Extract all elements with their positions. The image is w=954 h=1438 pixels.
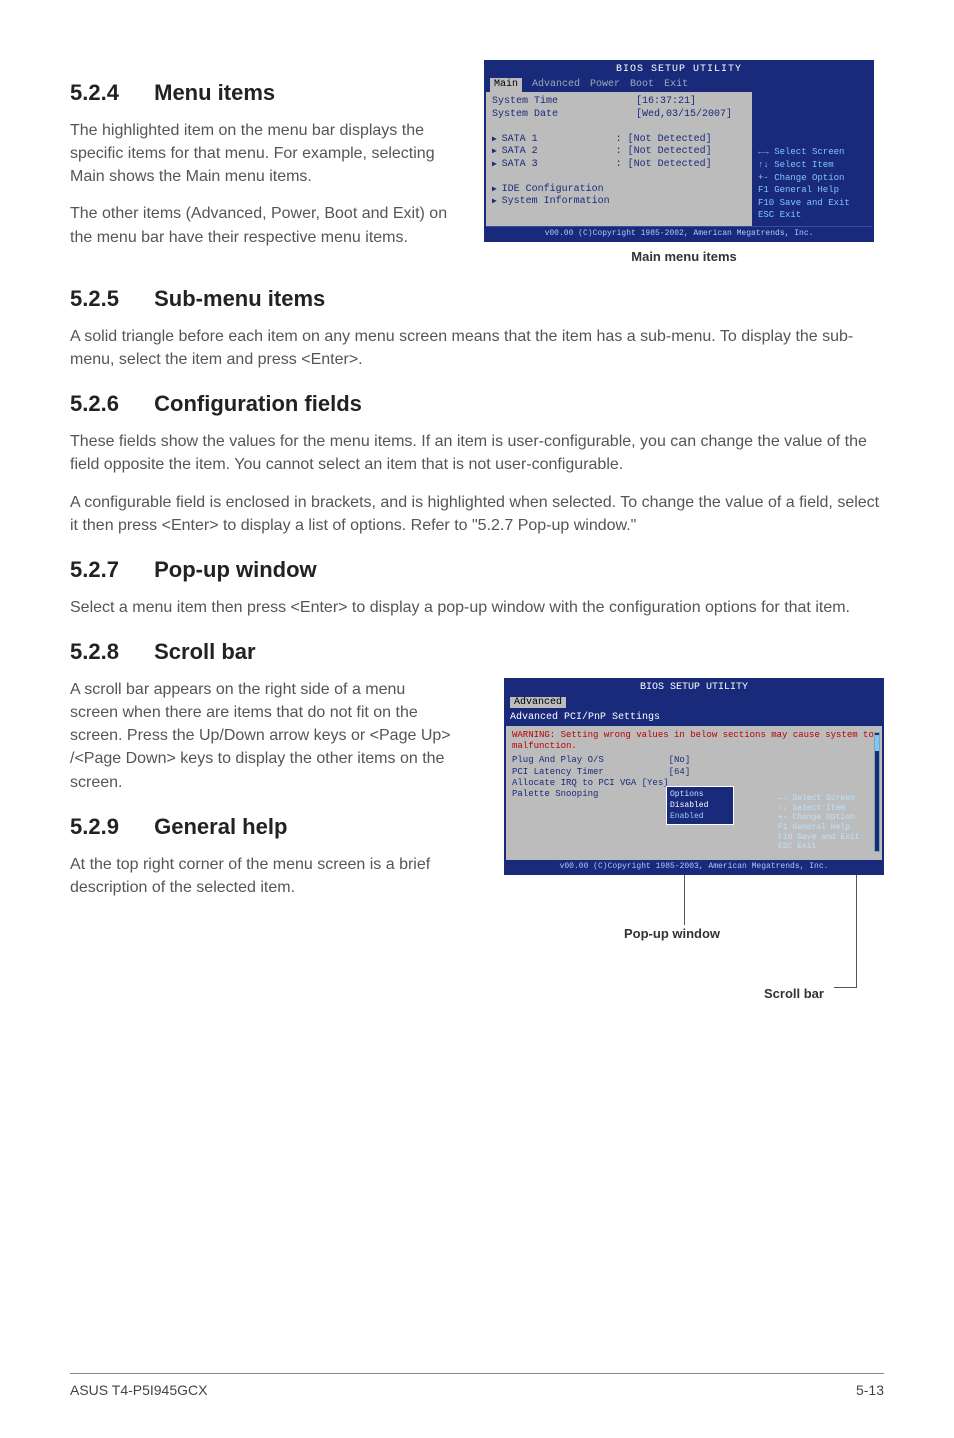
heading-title: Menu items xyxy=(154,80,275,105)
bios-right-legend: ←→ Select Screen ↑↓ Select Item +- Chang… xyxy=(752,92,872,226)
annotation-popup-label: Pop-up window xyxy=(624,925,720,943)
legend-select-screen: ←→ Select Screen xyxy=(778,794,868,804)
legend-select-item: ↑↓ Select Item xyxy=(778,804,868,814)
bios-sata1: SATA 1 : [Not Detected] xyxy=(492,134,746,147)
bios-sata3: SATA 3 : [Not Detected] xyxy=(492,159,746,172)
leader-line-scroll-h xyxy=(834,987,857,988)
bios-footer-copyright: v00.00 (C)Copyright 1985-2002, American … xyxy=(486,226,872,240)
para-529: At the top right corner of the menu scre… xyxy=(70,853,456,899)
bios2-warning: WARNING: Setting wrong values in below s… xyxy=(512,730,876,752)
bios2-annotations: Pop-up window Scroll bar xyxy=(504,875,884,1015)
para-526a: These fields show the values for the men… xyxy=(70,430,884,476)
heading-number: 5.2.4 xyxy=(70,78,148,109)
heading-title: General help xyxy=(154,814,287,839)
heading-5-2-6: 5.2.6 Configuration fields xyxy=(70,389,884,420)
bios-tab-exit: Exit xyxy=(664,78,688,92)
legend-save-exit: F10 Save and Exit xyxy=(778,833,868,843)
annotation-scroll-label: Scroll bar xyxy=(764,985,824,1003)
bios-main-screenshot: BIOS SETUP UTILITY Main Advanced Power B… xyxy=(484,60,874,242)
legend-change-option: +- Change Option xyxy=(778,813,868,823)
page-footer: ASUS T4-P5I945GCX 5-13 xyxy=(70,1373,884,1398)
bios-tabs: Main Advanced Power Boot Exit xyxy=(486,78,872,92)
legend-general-help: F1 General Help xyxy=(758,184,866,197)
bios-tab-boot: Boot xyxy=(630,78,654,92)
heading-title: Pop-up window xyxy=(154,557,317,582)
bios2-legend: ←→ Select Screen ↑↓ Select Item +- Chang… xyxy=(778,794,868,852)
footer-page-number: 5-13 xyxy=(856,1382,884,1398)
bios-tab-main: Main xyxy=(490,78,522,92)
legend-select-item: ↑↓ Select Item xyxy=(758,159,866,172)
heading-5-2-9: 5.2.9 General help xyxy=(70,812,456,843)
bios-left-panel: System Time [16:37:21] System Date [Wed,… xyxy=(486,92,752,226)
bios-system-info: System Information xyxy=(492,196,746,209)
popup-title: Options xyxy=(670,789,730,800)
heading-5-2-5: 5.2.5 Sub-menu items xyxy=(70,284,884,315)
popup-option-enabled: Enabled xyxy=(670,811,730,822)
bios2-scroll-thumb xyxy=(875,735,879,751)
bios2-popup: Options Disabled Enabled xyxy=(666,786,734,826)
heading-5-2-4: 5.2.4 Menu items xyxy=(70,78,466,109)
para-526b: A configurable field is enclosed in brac… xyxy=(70,491,884,537)
bios2-scrollbar xyxy=(874,732,880,852)
bios2-section-header: Advanced PCI/PnP Settings xyxy=(506,710,882,726)
heading-5-2-7: 5.2.7 Pop-up window xyxy=(70,555,884,586)
para-528: A scroll bar appears on the right side o… xyxy=(70,678,456,794)
para-524b: The other items (Advanced, Power, Boot a… xyxy=(70,202,466,248)
bios-sata2: SATA 2 : [Not Detected] xyxy=(492,146,746,159)
bios-system-date: System Date [Wed,03/15/2007] xyxy=(492,109,746,122)
bios2-footer-copyright: v00.00 (C)Copyright 1985-2003, American … xyxy=(506,860,882,873)
bios2-pnp: Plug And Play O/S [No] xyxy=(512,755,876,766)
legend-save-exit: F10 Save and Exit xyxy=(758,197,866,210)
bios-ide-config: IDE Configuration xyxy=(492,184,746,197)
heading-number: 5.2.8 xyxy=(70,637,148,668)
bios-tab-power: Power xyxy=(590,78,620,92)
para-524a: The highlighted item on the menu bar dis… xyxy=(70,119,466,189)
heading-number: 5.2.7 xyxy=(70,555,148,586)
bios2-tab-advanced: Advanced xyxy=(510,697,566,708)
heading-5-2-8: 5.2.8 Scroll bar xyxy=(70,637,884,668)
bios-system-time: System Time [16:37:21] xyxy=(492,96,746,109)
heading-title: Scroll bar xyxy=(154,639,255,664)
heading-number: 5.2.9 xyxy=(70,812,148,843)
heading-title: Configuration fields xyxy=(154,391,362,416)
leader-line-scroll xyxy=(856,875,857,987)
leader-line-popup xyxy=(684,875,685,925)
footer-product: ASUS T4-P5I945GCX xyxy=(70,1382,207,1398)
bios-tab-advanced: Advanced xyxy=(532,78,580,92)
heading-number: 5.2.6 xyxy=(70,389,148,420)
para-527: Select a menu item then press <Enter> to… xyxy=(70,596,884,619)
bios2-tabs: Advanced xyxy=(506,696,882,710)
legend-exit: ESC Exit xyxy=(778,842,868,852)
legend-general-help: F1 General Help xyxy=(778,823,868,833)
bios2-title: BIOS SETUP UTILITY xyxy=(506,680,882,696)
legend-select-screen: ←→ Select Screen xyxy=(758,146,866,159)
heading-number: 5.2.5 xyxy=(70,284,148,315)
bios-title: BIOS SETUP UTILITY xyxy=(486,62,872,78)
bios2-latency: PCI Latency Timer [64] xyxy=(512,767,876,778)
legend-change-option: +- Change Option xyxy=(758,172,866,185)
bios-main-caption: Main menu items xyxy=(484,248,884,266)
bios-advanced-screenshot: BIOS SETUP UTILITY Advanced Advanced PCI… xyxy=(504,678,884,875)
para-525: A solid triangle before each item on any… xyxy=(70,325,884,371)
legend-exit: ESC Exit xyxy=(758,209,866,222)
heading-title: Sub-menu items xyxy=(154,286,325,311)
popup-option-disabled: Disabled xyxy=(670,800,730,811)
